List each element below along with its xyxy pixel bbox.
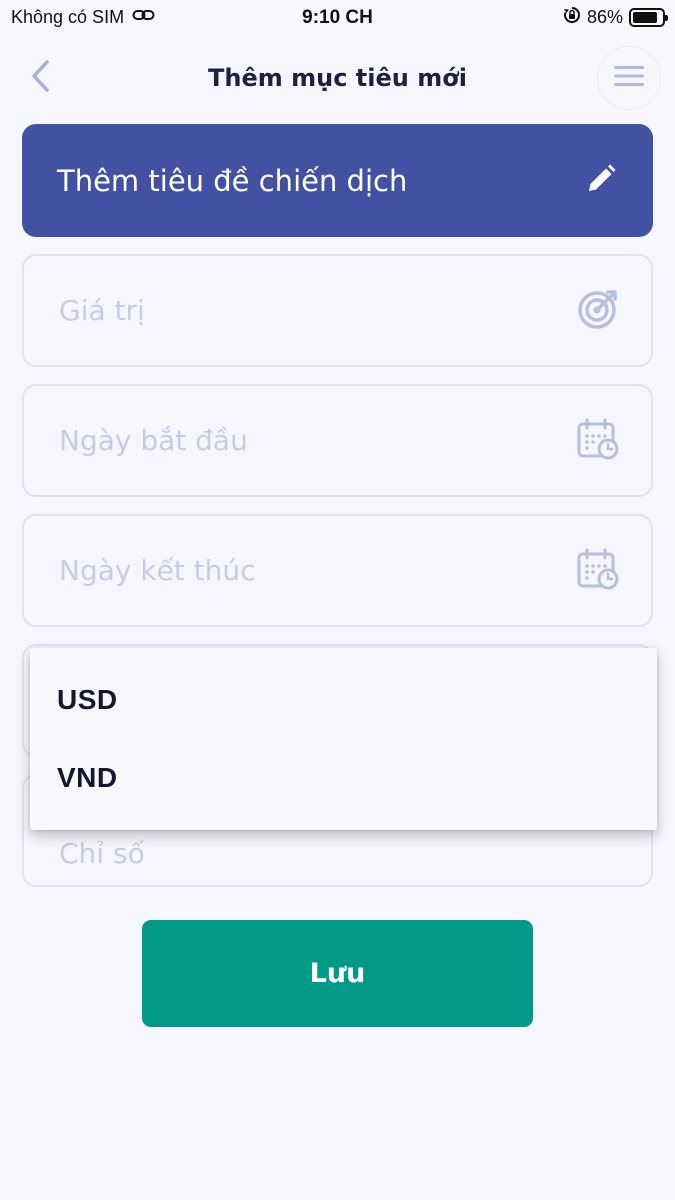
index-placeholder: Chỉ số: [59, 837, 145, 870]
battery-fill: [633, 12, 658, 23]
target-icon: [577, 288, 619, 334]
status-right: 86%: [563, 6, 668, 29]
battery-percent: 86%: [586, 7, 623, 27]
save-button[interactable]: Lưu: [142, 920, 533, 1027]
start-date-placeholder: Ngày bắt đầu: [59, 424, 248, 457]
status-bar: Không có SIM 9:10 CH 86%: [0, 0, 675, 36]
end-date-placeholder: Ngày kết thúc: [59, 554, 256, 587]
currency-option-vnd[interactable]: VND: [57, 762, 118, 794]
orientation-lock-icon: [563, 6, 581, 29]
currency-option-usd[interactable]: USD: [57, 684, 118, 716]
page-title: Thêm mục tiêu mới: [208, 64, 467, 92]
campaign-title-label: Thêm tiêu đề chiến dịch: [57, 163, 408, 198]
calendar-clock-icon: [577, 418, 619, 464]
campaign-title-input[interactable]: Thêm tiêu đề chiến dịch: [22, 124, 653, 237]
end-date-field[interactable]: Ngày kết thúc: [22, 514, 653, 627]
pencil-icon[interactable]: [585, 163, 617, 199]
battery-icon: [629, 8, 668, 27]
menu-button[interactable]: [597, 46, 661, 110]
value-placeholder: Giá trị: [59, 294, 145, 327]
value-field[interactable]: Giá trị: [22, 254, 653, 367]
start-date-field[interactable]: Ngày bắt đầu: [22, 384, 653, 497]
calendar-clock-icon: [577, 548, 619, 594]
currency-dropdown-menu: USD VND: [30, 648, 657, 830]
hamburger-menu-icon: [614, 65, 644, 91]
